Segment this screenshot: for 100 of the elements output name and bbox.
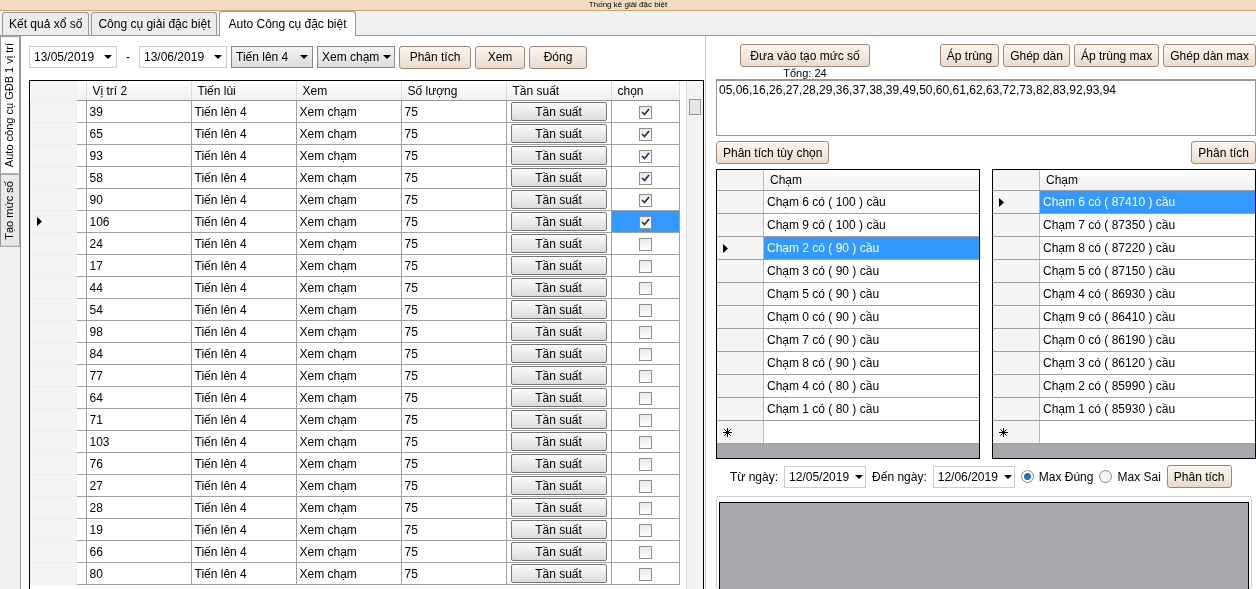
side-tab[interactable]: Tạo mức số: [0, 174, 20, 247]
date-picker[interactable]: 12/05/2019: [784, 465, 867, 488]
frequency-button[interactable]: Tần suất: [510, 168, 607, 187]
table-cell: 75: [401, 210, 506, 233]
frequency-button[interactable]: Tần suất: [510, 410, 607, 429]
table-cell: 75: [401, 496, 506, 519]
row-header[interactable]: [993, 421, 1040, 443]
date-picker[interactable]: 13/05/2019: [29, 46, 117, 68]
frequency-button[interactable]: Tần suất: [510, 498, 607, 517]
checkbox[interactable]: [638, 369, 652, 383]
checkbox[interactable]: [638, 105, 652, 119]
table-cell: Tiến lên 4: [191, 122, 296, 145]
toolbar-button[interactable]: Xem: [475, 45, 525, 69]
row-header[interactable]: [993, 191, 1040, 213]
toolbar-button[interactable]: Đóng: [529, 45, 587, 69]
table-cell: 75: [401, 518, 506, 541]
table-cell: 75: [401, 276, 506, 299]
checkbox[interactable]: [638, 347, 652, 361]
table-cell: Tiến lên 4: [191, 496, 296, 519]
row-spacer-cell: [76, 342, 86, 365]
frequency-button[interactable]: Tần suất: [510, 520, 607, 539]
frequency-button[interactable]: Tần suất: [510, 124, 607, 143]
frequency-button[interactable]: Tần suất: [510, 190, 607, 209]
date-picker[interactable]: 13/06/2019: [139, 46, 227, 68]
column-header: [76, 81, 86, 101]
checkbox[interactable]: [638, 149, 652, 163]
frequency-button[interactable]: Tần suất: [510, 542, 607, 561]
frequency-button[interactable]: Tần suất: [510, 256, 607, 275]
checkbox[interactable]: [638, 259, 652, 273]
table-cell: 75: [401, 540, 506, 563]
checkbox[interactable]: [638, 479, 652, 493]
tab[interactable]: Kết quả xổ số: [2, 12, 90, 35]
toolbar-button[interactable]: Phân tích: [399, 45, 471, 69]
frequency-button[interactable]: Tần suất: [510, 344, 607, 363]
column-header[interactable]: Xem: [296, 81, 401, 101]
row-spacer-cell: [76, 254, 86, 277]
table-cell: 75: [401, 474, 506, 497]
frequency-button[interactable]: Tần suất: [510, 234, 607, 253]
frequency-button[interactable]: Tần suất: [510, 454, 607, 473]
table-cell: 71: [86, 408, 191, 431]
table-cell: Tiến lên 4: [191, 364, 296, 387]
checkbox[interactable]: [638, 545, 652, 559]
checkbox[interactable]: [638, 413, 652, 427]
column-header[interactable]: chọn: [611, 81, 680, 101]
checkbox[interactable]: [638, 523, 652, 537]
corner-header: [717, 170, 764, 190]
analyze-button[interactable]: Phân tích: [1191, 141, 1256, 164]
custom-analyze-button[interactable]: Phân tích tùy chọn: [716, 141, 830, 164]
frequency-button[interactable]: Tần suất: [510, 388, 607, 407]
checkbox[interactable]: [638, 435, 652, 449]
radio-option[interactable]: Max Đúng: [1020, 469, 1094, 484]
checkbox[interactable]: [638, 457, 652, 471]
action-button[interactable]: Ghép dàn max: [1163, 44, 1256, 67]
frequency-button[interactable]: Tần suất: [510, 322, 607, 341]
checkbox[interactable]: [638, 325, 652, 339]
row-header[interactable]: [717, 421, 764, 443]
column-header[interactable]: Số lượng: [401, 81, 506, 101]
checkbox[interactable]: [638, 237, 652, 251]
checkbox[interactable]: [638, 215, 652, 229]
checkbox[interactable]: [638, 391, 652, 405]
checkbox[interactable]: [638, 281, 652, 295]
frequency-button[interactable]: Tần suất: [510, 278, 607, 297]
radio-option[interactable]: Max Sai: [1099, 469, 1161, 484]
action-button[interactable]: Áp trùng: [939, 44, 1000, 67]
frequency-button[interactable]: Tần suất: [510, 300, 607, 319]
frequency-button[interactable]: Tần suất: [510, 564, 607, 583]
frequency-button[interactable]: Tần suất: [510, 212, 607, 231]
side-tab[interactable]: Auto công cụ GĐB 1 vị trí: [0, 36, 20, 175]
checkbox[interactable]: [638, 501, 652, 515]
tab[interactable]: Auto Công cụ đặc biệt: [219, 11, 356, 36]
tab[interactable]: Công cụ giải đặc biệt: [91, 12, 218, 35]
frequency-button[interactable]: Tần suất: [510, 432, 607, 451]
frequency-button[interactable]: Tần suất: [510, 102, 607, 121]
checkbox[interactable]: [638, 193, 652, 207]
column-header[interactable]: Vị trí 2: [86, 81, 191, 101]
frequency-button[interactable]: Tần suất: [510, 366, 607, 385]
action-button[interactable]: Ghép dàn: [1003, 44, 1070, 67]
row-spacer-cell: [76, 452, 86, 475]
date-picker[interactable]: 12/06/2019: [932, 465, 1015, 488]
action-button[interactable]: Áp trùng max: [1073, 44, 1160, 67]
direction-dropdown[interactable]: Tiến lên 4: [231, 46, 313, 68]
column-header[interactable]: Tiến lùi: [191, 81, 296, 101]
table-cell: 98: [86, 320, 191, 343]
analyze-button[interactable]: Phân tích: [1166, 465, 1232, 488]
frequency-button[interactable]: Tần suất: [510, 476, 607, 495]
scrollbar[interactable]: [686, 81, 703, 589]
checkbox[interactable]: [638, 127, 652, 141]
add-button[interactable]: Đưa vào tạo mức số: [740, 44, 870, 67]
table-cell: Xem chạm: [296, 496, 401, 519]
view-dropdown[interactable]: Xem chạm: [317, 46, 395, 68]
table-cell: 54: [86, 298, 191, 321]
checkbox[interactable]: [638, 303, 652, 317]
column-header[interactable]: Tần suất: [506, 81, 611, 101]
row-header[interactable]: [717, 237, 764, 259]
frequency-button[interactable]: Tần suất: [510, 146, 607, 165]
checkbox[interactable]: [638, 567, 652, 581]
checkbox[interactable]: [638, 171, 652, 185]
table-cell: Tiến lên 4: [191, 320, 296, 343]
row-spacer-cell: [76, 210, 86, 233]
numbers-textarea[interactable]: 05,06,16,26,27,28,29,36,37,38,39,49,50,60,61,62,63,72,73,82,83,92,93,94: [716, 79, 1256, 136]
